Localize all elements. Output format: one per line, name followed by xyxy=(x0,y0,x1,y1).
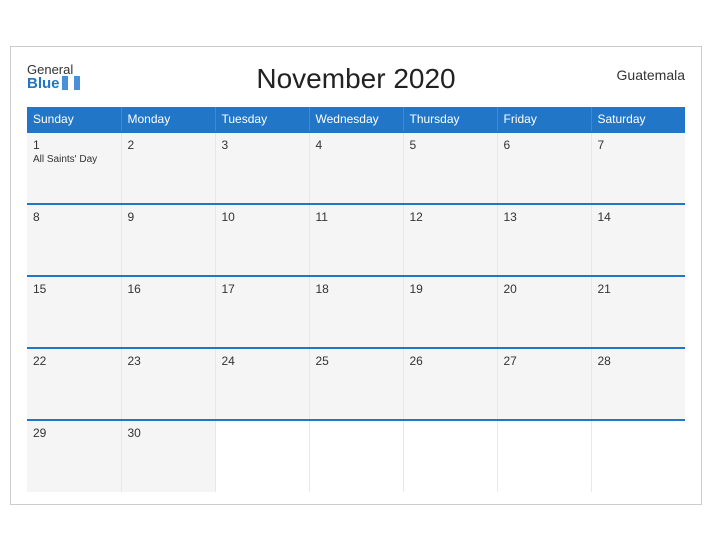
day-cell: 22 xyxy=(27,348,121,420)
week-row-4: 22 23 24 25 26 27 28 xyxy=(27,348,685,420)
day-number: 17 xyxy=(222,282,303,296)
day-cell: 5 xyxy=(403,132,497,204)
day-number: 7 xyxy=(598,138,680,152)
day-cell: 17 xyxy=(215,276,309,348)
day-number: 24 xyxy=(222,354,303,368)
day-number: 3 xyxy=(222,138,303,152)
day-cell: 29 xyxy=(27,420,121,492)
day-cell xyxy=(215,420,309,492)
country-label: Guatemala xyxy=(617,67,685,83)
week-row-1: 1 All Saints' Day 234567 xyxy=(27,132,685,204)
day-cell: 26 xyxy=(403,348,497,420)
day-number: 25 xyxy=(316,354,397,368)
day-number: 30 xyxy=(128,426,209,440)
day-number: 26 xyxy=(410,354,491,368)
logo-general-text: General xyxy=(27,63,80,76)
day-number: 16 xyxy=(128,282,209,296)
day-cell: 30 xyxy=(121,420,215,492)
day-cell xyxy=(497,420,591,492)
week-row-2: 89 10 11 12 13 14 xyxy=(27,204,685,276)
holiday-label: All Saints' Day xyxy=(33,154,115,165)
day-number: 8 xyxy=(33,210,115,224)
day-cell xyxy=(591,420,685,492)
day-cell: 18 xyxy=(309,276,403,348)
day-cell xyxy=(403,420,497,492)
day-number: 12 xyxy=(410,210,491,224)
day-number: 15 xyxy=(33,282,115,296)
weekday-header-thursday: Thursday xyxy=(403,107,497,132)
day-number: 29 xyxy=(33,426,115,440)
logo-flag-icon xyxy=(62,76,80,90)
day-cell: 12 xyxy=(403,204,497,276)
day-cell: 16 xyxy=(121,276,215,348)
week-row-5: 29 30 xyxy=(27,420,685,492)
calendar-container: General Blue November 2020 Guatemala Sun… xyxy=(10,46,702,505)
day-number: 2 xyxy=(128,138,209,152)
calendar-grid: SundayMondayTuesdayWednesdayThursdayFrid… xyxy=(27,107,685,492)
day-cell: 6 xyxy=(497,132,591,204)
logo: General Blue xyxy=(27,63,80,91)
day-cell: 20 xyxy=(497,276,591,348)
day-number: 21 xyxy=(598,282,680,296)
day-number: 5 xyxy=(410,138,491,152)
day-number: 10 xyxy=(222,210,303,224)
day-cell: 10 xyxy=(215,204,309,276)
day-number: 27 xyxy=(504,354,585,368)
day-cell: 28 xyxy=(591,348,685,420)
day-cell: 13 xyxy=(497,204,591,276)
calendar-header: General Blue November 2020 Guatemala xyxy=(27,63,685,95)
day-cell: 24 xyxy=(215,348,309,420)
day-cell: 9 xyxy=(121,204,215,276)
day-cell: 23 xyxy=(121,348,215,420)
day-number: 28 xyxy=(598,354,680,368)
day-number: 19 xyxy=(410,282,491,296)
weekday-header-saturday: Saturday xyxy=(591,107,685,132)
day-number: 4 xyxy=(316,138,397,152)
day-cell: 14 xyxy=(591,204,685,276)
day-number: 20 xyxy=(504,282,585,296)
day-number: 22 xyxy=(33,354,115,368)
weekday-header-sunday: Sunday xyxy=(27,107,121,132)
day-cell: 8 xyxy=(27,204,121,276)
day-number: 11 xyxy=(316,210,397,224)
day-cell: 11 xyxy=(309,204,403,276)
day-cell: 2 xyxy=(121,132,215,204)
day-number: 23 xyxy=(128,354,209,368)
day-number: 13 xyxy=(504,210,585,224)
day-cell: 4 xyxy=(309,132,403,204)
day-cell: 15 xyxy=(27,276,121,348)
day-cell: 25 xyxy=(309,348,403,420)
day-cell: 1 All Saints' Day xyxy=(27,132,121,204)
day-number: 18 xyxy=(316,282,397,296)
day-cell xyxy=(309,420,403,492)
day-cell: 21 xyxy=(591,276,685,348)
day-number: 6 xyxy=(504,138,585,152)
weekday-header-friday: Friday xyxy=(497,107,591,132)
day-number: 1 xyxy=(33,138,115,152)
day-cell: 19 xyxy=(403,276,497,348)
day-cell: 27 xyxy=(497,348,591,420)
calendar-title: November 2020 xyxy=(256,63,455,95)
weekday-header-row: SundayMondayTuesdayWednesdayThursdayFrid… xyxy=(27,107,685,132)
week-row-3: 15 16 17 18 19 20 21 xyxy=(27,276,685,348)
weekday-header-monday: Monday xyxy=(121,107,215,132)
day-number: 9 xyxy=(128,210,209,224)
weekday-header-wednesday: Wednesday xyxy=(309,107,403,132)
day-number: 14 xyxy=(598,210,680,224)
day-cell: 7 xyxy=(591,132,685,204)
logo-blue-text: Blue xyxy=(27,76,80,91)
day-cell: 3 xyxy=(215,132,309,204)
weekday-header-tuesday: Tuesday xyxy=(215,107,309,132)
